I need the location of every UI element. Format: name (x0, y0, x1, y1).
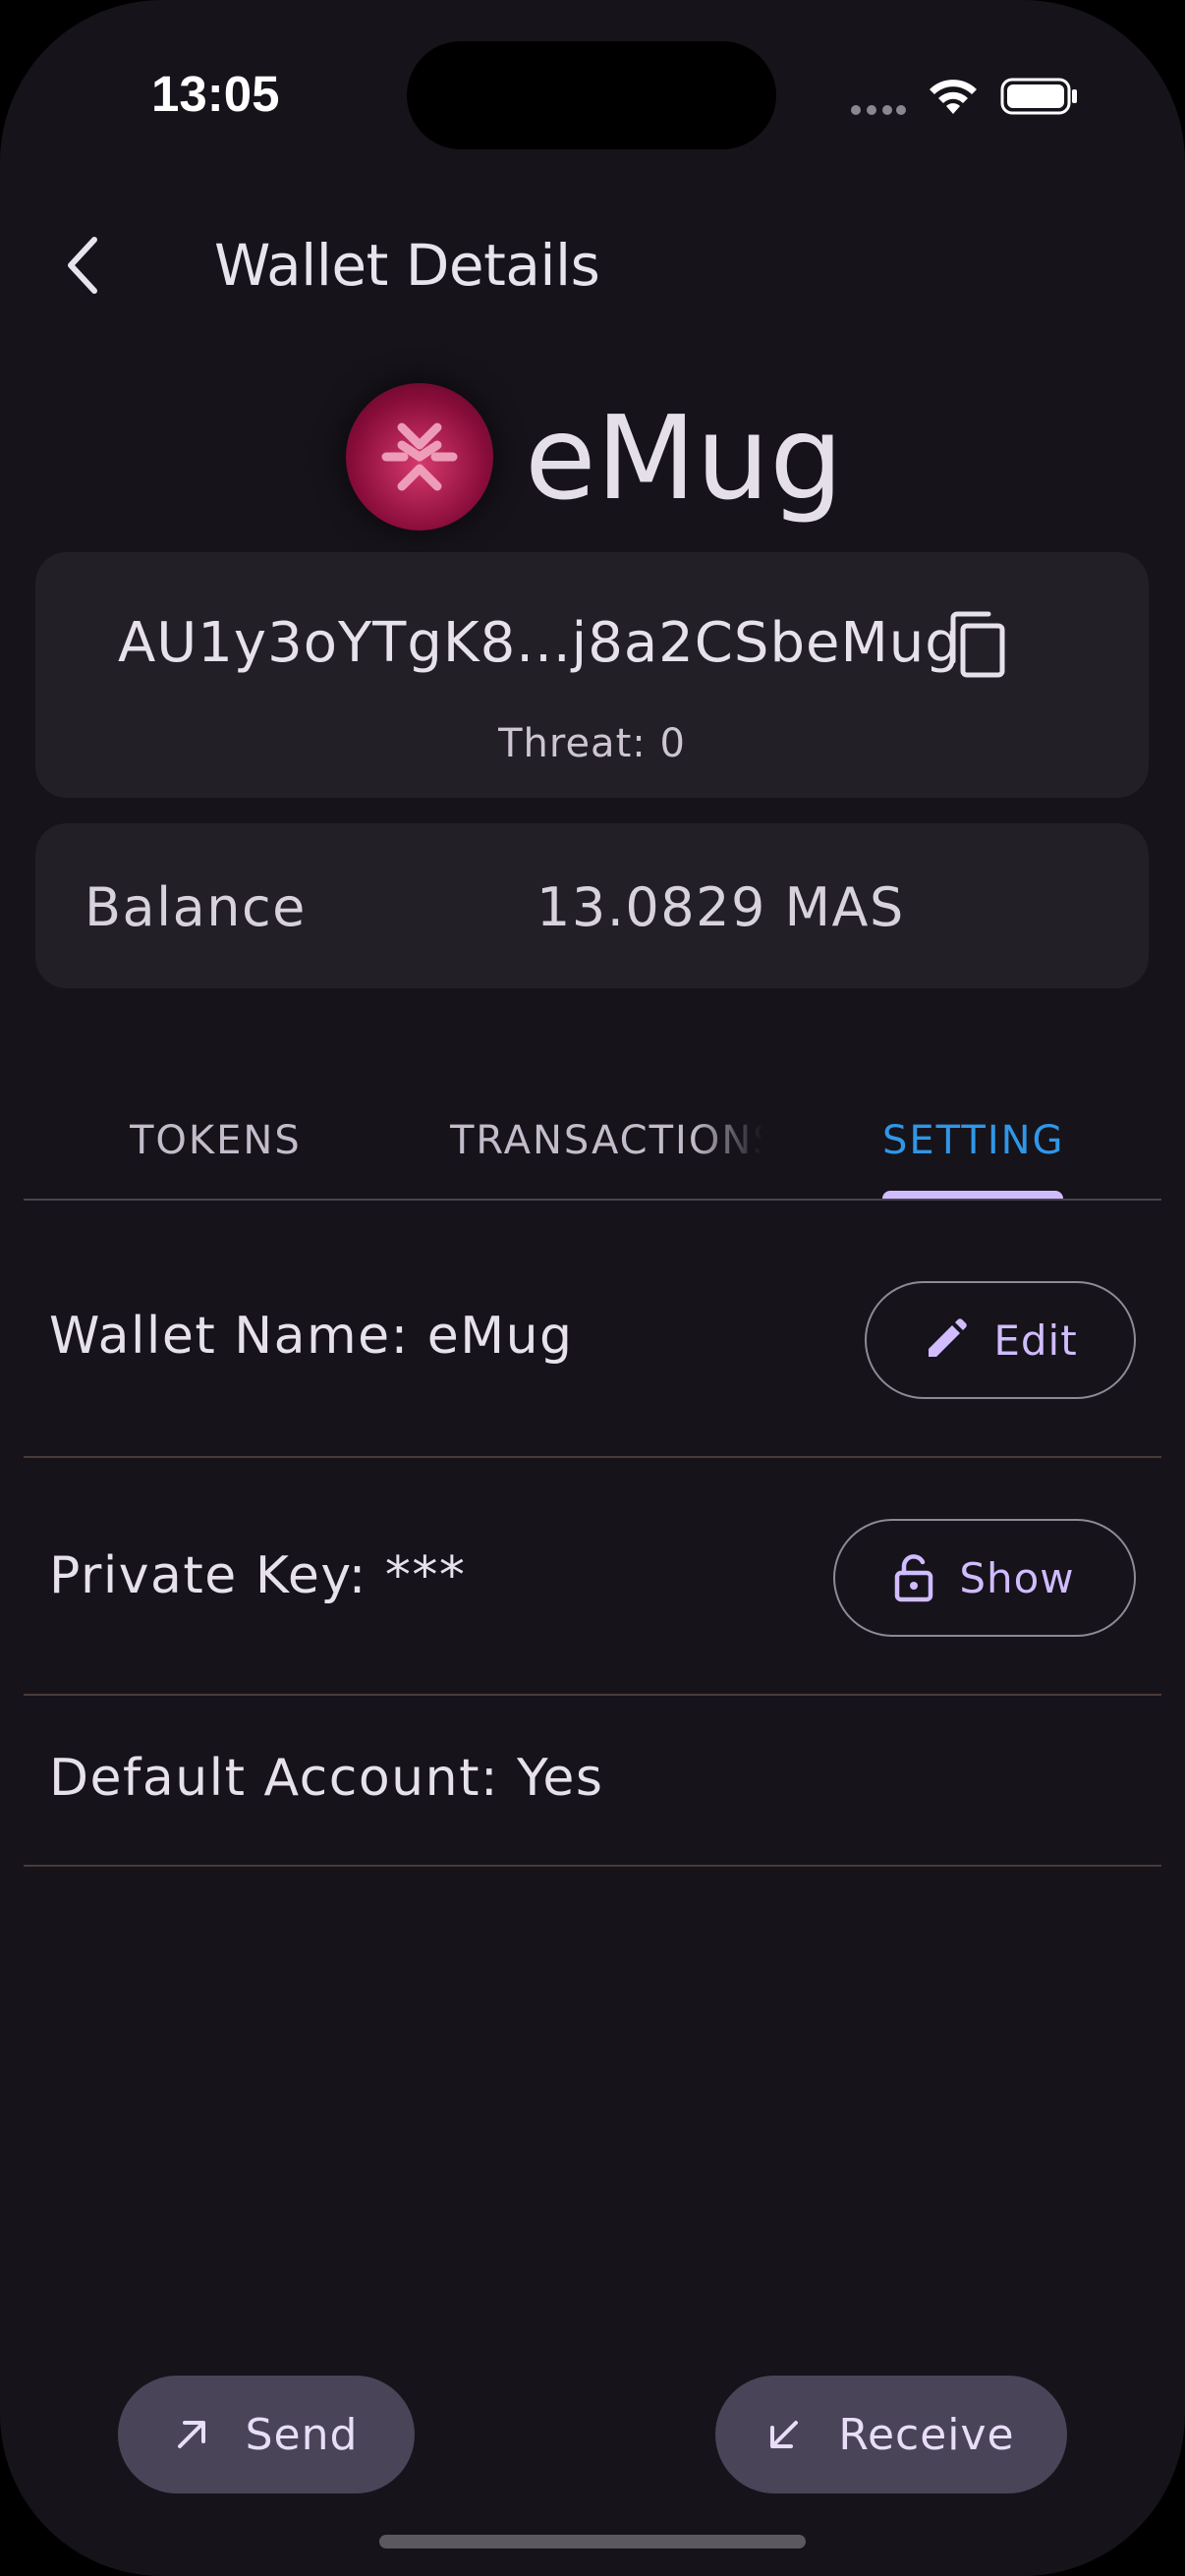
send-button[interactable]: Send (118, 2376, 415, 2493)
status-time: 13:05 (151, 66, 280, 122)
page-title: Wallet Details (214, 232, 600, 299)
copy-icon (950, 611, 1005, 678)
tab-setting[interactable]: SETTING (882, 1081, 1089, 1201)
dots-icon (851, 105, 906, 115)
show-button-label: Show (959, 1553, 1075, 1602)
wifi-icon (930, 80, 977, 114)
home-indicator (379, 2535, 806, 2548)
wallet-name-label: Wallet Name: eMug (49, 1307, 574, 1366)
private-key-label: Private Key: *** (49, 1546, 467, 1605)
tab-transactions[interactable]: TRANSACTIONS (450, 1081, 762, 1201)
default-account-row: Default Account: Yes (24, 1696, 1161, 1867)
private-key-row: Private Key: *** Show (24, 1458, 1161, 1696)
wallet-address: AU1y3oYTgK8...j8a2CSbeMug (118, 611, 961, 675)
chevron-left-icon (68, 237, 97, 294)
address-card: AU1y3oYTgK8...j8a2CSbeMug Threat: 0 (35, 552, 1149, 798)
battery-icon (1000, 78, 1077, 115)
tab-tokens[interactable]: TOKENS (130, 1081, 326, 1201)
receive-button[interactable]: Receive (715, 2376, 1067, 2493)
copy-address-button[interactable] (937, 605, 1016, 684)
show-private-key-button[interactable]: Show (833, 1519, 1136, 1637)
arrow-down-left-icon (770, 2421, 799, 2448)
arrow-up-right-icon (177, 2421, 205, 2448)
wallet-name-row: Wallet Name: eMug Edit (24, 1201, 1161, 1458)
wallet-name-title: eMug (525, 390, 844, 526)
balance-value: 13.0829 MAS (536, 876, 905, 938)
balance-label: Balance (85, 876, 307, 938)
balance-card: Balance 13.0829 MAS (35, 823, 1149, 988)
unlock-icon (895, 1554, 933, 1602)
edit-button[interactable]: Edit (865, 1281, 1136, 1399)
send-label: Send (245, 2409, 359, 2460)
threat-level: Threat: 0 (498, 721, 686, 766)
default-account-label: Default Account: Yes (49, 1749, 604, 1808)
receive-label: Receive (838, 2409, 1015, 2460)
edit-button-label: Edit (993, 1316, 1078, 1365)
back-button[interactable] (47, 218, 118, 312)
phone-screen: 13:05 Wallet Details eMug AU1y3oYTgK8...… (0, 0, 1185, 2576)
massa-logo-icon (346, 383, 493, 531)
tab-bar: TOKENS TRANSACTIONS SETTING (24, 1081, 1161, 1201)
pencil-icon (929, 1318, 968, 1357)
dynamic-island (407, 41, 776, 149)
